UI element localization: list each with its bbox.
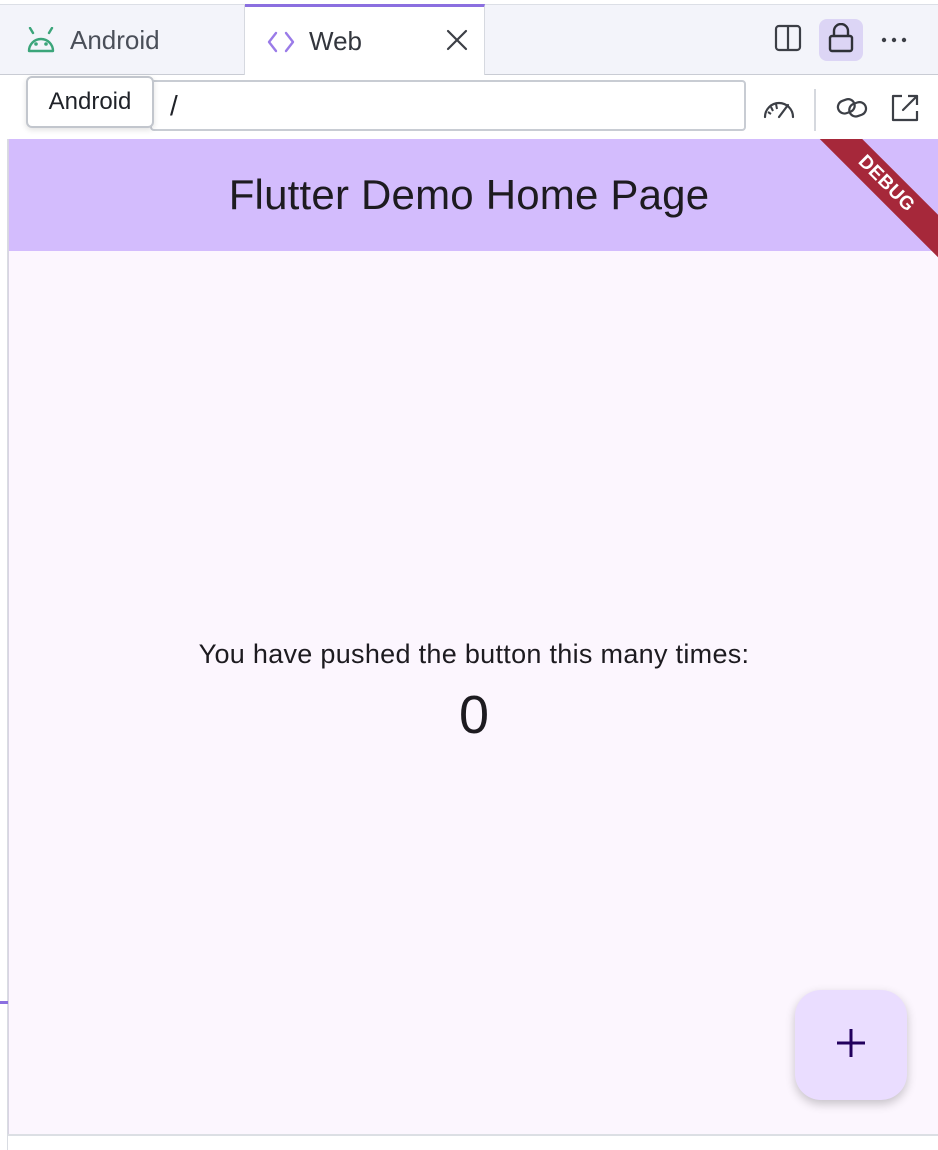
close-icon[interactable] xyxy=(446,29,468,51)
tab-bar: Android Web xyxy=(0,4,938,76)
tab-bar-actions xyxy=(766,19,916,61)
lock-icon xyxy=(828,22,854,58)
tab-android[interactable]: Android xyxy=(0,5,245,75)
more-options-button[interactable] xyxy=(872,19,916,61)
ide-preview-window: Android Web / Android Flutter Demo Home … xyxy=(0,0,938,1150)
tab-tooltip: Android xyxy=(26,76,154,128)
increment-button[interactable] xyxy=(795,990,907,1100)
counter-value: 0 xyxy=(458,685,490,745)
address-bar-actions xyxy=(762,89,920,131)
tab-web[interactable]: Web xyxy=(245,4,485,76)
performance-gauge-icon[interactable] xyxy=(762,96,796,125)
link-icon[interactable] xyxy=(836,95,868,126)
code-brackets-icon xyxy=(267,30,295,54)
page-title: Flutter Demo Home Page xyxy=(228,171,710,218)
flutter-app-preview: Flutter Demo Home Page DEBUG You have pu… xyxy=(8,139,938,1134)
tab-web-label: Web xyxy=(309,26,362,56)
app-bar: Flutter Demo Home Page xyxy=(9,139,938,251)
split-view-icon xyxy=(774,24,802,57)
more-horizontal-icon xyxy=(880,31,908,49)
url-input[interactable]: / xyxy=(150,80,746,131)
open-external-icon[interactable] xyxy=(890,93,920,128)
splitter-marker[interactable] xyxy=(0,1001,8,1004)
plus-icon xyxy=(835,1027,867,1064)
tab-android-label: Android xyxy=(70,24,160,55)
split-view-button[interactable] xyxy=(766,19,810,61)
bottom-border xyxy=(8,1134,938,1136)
android-icon xyxy=(26,27,56,53)
divider xyxy=(814,89,816,131)
counter-label: You have pushed the button this many tim… xyxy=(198,639,750,669)
lock-button[interactable] xyxy=(819,19,863,61)
